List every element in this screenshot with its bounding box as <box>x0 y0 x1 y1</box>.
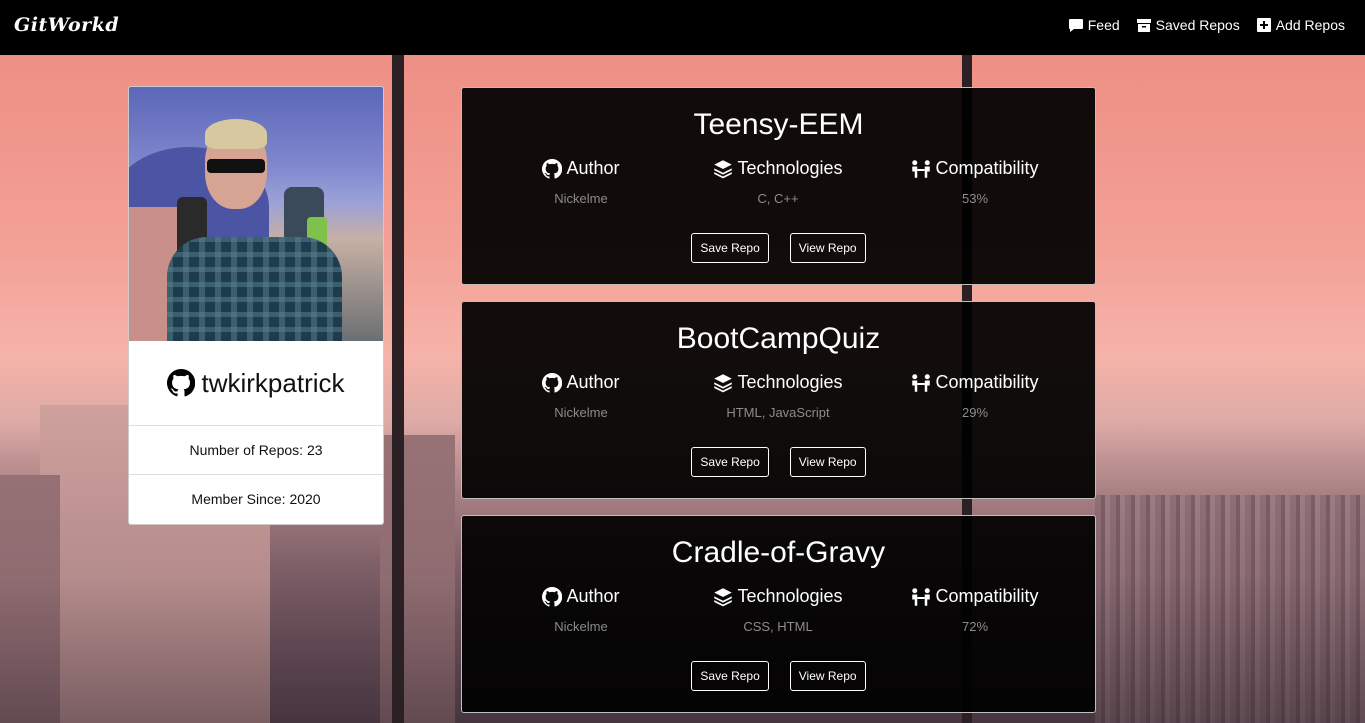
github-icon <box>542 586 563 607</box>
repo-actions: Save Repo View Repo <box>462 447 1095 477</box>
technologies-value: HTML, JavaScript <box>726 405 830 420</box>
author-label: Author <box>566 158 620 178</box>
author-value: Nickelme <box>554 619 608 634</box>
repo-title: Teensy-EEM <box>693 108 864 141</box>
compatibility-label: Compatibility <box>935 372 1039 392</box>
repo-actions: Save Repo View Repo <box>462 233 1095 263</box>
layers-icon <box>714 159 733 178</box>
layers-icon <box>714 373 733 392</box>
technologies-column: Technologies HTML, JavaScript <box>688 372 868 420</box>
nav-links: Feed Saved Repos Add Repos <box>1068 17 1345 33</box>
compatibility-column: Compatibility 29% <box>885 372 1065 420</box>
save-repo-button[interactable]: Save Repo <box>691 447 769 477</box>
profile-photo <box>129 87 383 341</box>
repo-actions: Save Repo View Repo <box>462 661 1095 691</box>
author-column: Author Nickelme <box>491 158 671 206</box>
save-repo-button[interactable]: Save Repo <box>691 661 769 691</box>
nav-feed-label: Feed <box>1087 17 1120 33</box>
comment-icon <box>1068 19 1083 32</box>
repo-card: Cradle-of-Gravy Author Nickelme Technolo… <box>461 515 1096 713</box>
nav-saved-repos-link[interactable]: Saved Repos <box>1136 17 1240 33</box>
nav-add-repos-label: Add Repos <box>1275 17 1345 33</box>
compatibility-label: Compatibility <box>935 586 1039 606</box>
compatibility-label: Compatibility <box>935 158 1039 178</box>
technologies-column: Technologies C, C++ <box>688 158 868 206</box>
archive-icon <box>1136 19 1151 32</box>
people-handshake-icon <box>912 373 931 392</box>
compatibility-value: 72% <box>961 619 989 634</box>
profile-username: twkirkpatrick <box>201 367 345 398</box>
repo-card: Teensy-EEM Author Nickelme Technologies … <box>461 87 1096 285</box>
compatibility-value: 29% <box>961 405 989 420</box>
compatibility-column: Compatibility 53% <box>885 158 1065 206</box>
save-repo-button[interactable]: Save Repo <box>691 233 769 263</box>
author-value: Nickelme <box>554 191 608 206</box>
author-column: Author Nickelme <box>491 586 671 634</box>
repo-title: Cradle-of-Gravy <box>671 536 886 569</box>
technologies-value: CSS, HTML <box>743 619 813 634</box>
nav-feed-link[interactable]: Feed <box>1068 17 1120 33</box>
plus-square-icon <box>1256 18 1271 32</box>
view-repo-button[interactable]: View Repo <box>789 447 866 477</box>
github-icon <box>542 372 563 393</box>
brand-logo[interactable]: GitWorkd <box>14 14 119 36</box>
author-value: Nickelme <box>554 405 608 420</box>
github-icon <box>167 369 196 397</box>
author-label: Author <box>566 586 620 606</box>
member-since: Member Since: 2020 <box>129 474 383 523</box>
technologies-column: Technologies CSS, HTML <box>688 586 868 634</box>
navbar: GitWorkd Feed Saved Repos Add Repos <box>0 0 1365 55</box>
author-column: Author Nickelme <box>491 372 671 420</box>
view-repo-button[interactable]: View Repo <box>789 661 866 691</box>
window-frame <box>392 55 404 723</box>
compatibility-column: Compatibility 72% <box>885 586 1065 634</box>
nav-add-repos-link[interactable]: Add Repos <box>1256 17 1345 33</box>
view-repo-button[interactable]: View Repo <box>789 233 866 263</box>
repo-title: BootCampQuiz <box>676 322 881 355</box>
nav-saved-repos-label: Saved Repos <box>1155 17 1240 33</box>
layers-icon <box>714 587 733 606</box>
username-row: twkirkpatrick <box>129 341 383 425</box>
compatibility-value: 53% <box>961 191 989 206</box>
profile-card: twkirkpatrick Number of Repos: 23 Member… <box>128 86 384 525</box>
technologies-value: C, C++ <box>757 191 799 206</box>
technologies-label: Technologies <box>737 586 843 606</box>
repo-card: BootCampQuiz Author Nickelme Technologie… <box>461 301 1096 499</box>
author-label: Author <box>566 372 620 392</box>
people-handshake-icon <box>912 159 931 178</box>
technologies-label: Technologies <box>737 158 843 178</box>
people-handshake-icon <box>912 587 931 606</box>
repo-count: Number of Repos: 23 <box>129 425 383 474</box>
github-icon <box>542 158 563 179</box>
technologies-label: Technologies <box>737 372 843 392</box>
